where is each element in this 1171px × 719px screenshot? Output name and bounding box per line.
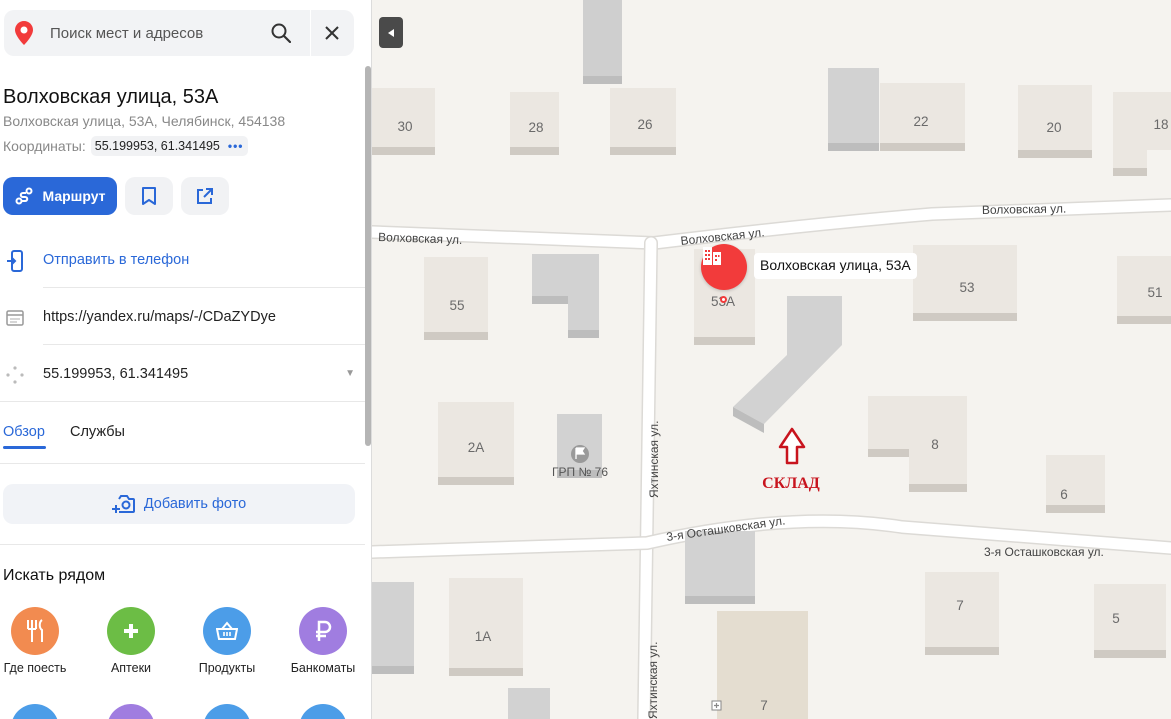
house-number-8: 8	[931, 437, 939, 452]
marker-point	[720, 296, 727, 303]
link-text: https://yandex.ru/maps/-/CDaZYDye	[43, 309, 276, 325]
coordinates-icon	[4, 364, 26, 386]
nearby-more-2[interactable]	[107, 704, 155, 719]
warehouse-arrow-icon	[778, 427, 806, 465]
entrance-icon	[711, 700, 722, 711]
house-number-7-bottom: 7	[760, 698, 768, 713]
street-label-ostashkovskaya-right: 3-я Осташковская ул.	[984, 545, 1104, 559]
street-label-volkhovskaya-right: Волховская ул.	[982, 202, 1067, 217]
house-number-28: 28	[528, 120, 543, 135]
tab-overview[interactable]: Обзор	[3, 424, 45, 440]
coordinates-value: 55.199953, 61.341495	[94, 139, 220, 153]
house-number-1a: 1А	[475, 629, 492, 644]
house-number-55: 55	[449, 298, 464, 313]
coordinates-row-text: 55.199953, 61.341495	[43, 366, 189, 382]
nearby-pharmacy[interactable]: Аптеки	[91, 607, 171, 675]
nearby-pharmacy-label: Аптеки	[110, 661, 152, 675]
place-marker[interactable]	[701, 244, 747, 290]
send-to-phone-row[interactable]: Отправить в телефон	[0, 232, 365, 288]
nearby-atm[interactable]: Банкоматы	[283, 607, 363, 675]
route-button-label: Маршрут	[42, 188, 106, 204]
sidebar-panel: Волховская улица, 53А Волховская улица, …	[0, 0, 372, 719]
street-label-volkhovskaya-left: Волховская ул.	[378, 230, 463, 247]
search-icon[interactable]	[269, 21, 293, 45]
chevron-down-icon[interactable]: ▼	[345, 368, 355, 379]
marker-label[interactable]: Волховская улица, 53А	[754, 253, 917, 279]
coordinates-row: Координаты: 55.199953, 61.341495 •••	[3, 136, 248, 156]
nearby-more-1[interactable]	[11, 704, 59, 719]
plus-icon	[107, 607, 155, 655]
street-label-yakhtinskaya: Яхтинская ул.	[647, 421, 661, 498]
nearby-groceries-label: Продукты	[198, 661, 256, 675]
browser-icon	[4, 307, 26, 329]
place-address: Волховская улица, 53А, Челябинск, 454138	[3, 113, 286, 129]
bookmark-icon	[142, 187, 156, 205]
house-number-18: 18	[1153, 117, 1168, 132]
search-input[interactable]	[50, 24, 266, 42]
bookmark-button[interactable]	[125, 177, 173, 215]
route-button[interactable]: Маршрут	[3, 177, 117, 215]
tab-services[interactable]: Службы	[70, 424, 125, 440]
nearby-food-label: Где поесть	[3, 661, 67, 675]
more-icon[interactable]: •••	[228, 139, 244, 153]
street-label-yakhtinskaya-bottom: Яхтинская ул.	[646, 642, 660, 719]
search-divider	[310, 10, 311, 56]
warehouse-annotation: СКЛАД	[762, 475, 820, 492]
house-number-6: 6	[1060, 487, 1068, 502]
map-canvas: 30 28 26 22 20 18 55 53А 53 51 2А 8 6 1А…	[372, 0, 1171, 719]
link-row[interactable]: https://yandex.ru/maps/-/CDaZYDye	[0, 289, 365, 345]
share-button[interactable]	[181, 177, 229, 215]
add-photo-label: Добавить фото	[143, 496, 247, 512]
map-view[interactable]: 30 28 26 22 20 18 55 53А 53 51 2А 8 6 1А…	[372, 0, 1171, 719]
scrollbar[interactable]	[365, 66, 371, 446]
coordinates-list-row[interactable]: 55.199953, 61.341495 ▼	[0, 346, 365, 402]
search-box[interactable]	[4, 10, 354, 56]
nearby-food[interactable]: Где поесть	[0, 607, 75, 675]
send-to-phone-label: Отправить в телефон	[43, 252, 190, 268]
building-icon	[703, 247, 721, 265]
close-icon[interactable]	[320, 21, 344, 45]
nearby-atm-label: Банкоматы	[290, 661, 356, 675]
house-number-5: 5	[1112, 611, 1120, 626]
phone-icon	[4, 250, 26, 272]
ruble-icon	[299, 607, 347, 655]
fork-knife-icon	[11, 607, 59, 655]
route-icon	[15, 187, 33, 205]
map-pin-icon	[4, 21, 44, 45]
tab-active-indicator	[3, 446, 46, 449]
add-photo-button[interactable]: Добавить фото	[3, 484, 355, 524]
house-number-22: 22	[913, 114, 928, 129]
house-number-30: 30	[397, 119, 412, 134]
place-title: Волховская улица, 53А	[3, 86, 219, 108]
coordinates-label: Координаты:	[3, 138, 86, 154]
divider	[0, 544, 365, 545]
poi-grp-label: ГРП № 76	[552, 465, 608, 479]
coordinates-chip[interactable]: 55.199953, 61.341495 •••	[90, 136, 248, 156]
share-icon	[197, 188, 213, 204]
tabs-bar: Обзор Службы	[0, 420, 365, 464]
collapse-sidebar-button[interactable]	[379, 17, 403, 48]
nearby-more-4[interactable]	[299, 704, 347, 719]
house-number-2a: 2А	[468, 440, 485, 455]
nearby-title: Искать рядом	[3, 567, 106, 584]
nearby-groceries[interactable]: Продукты	[187, 607, 267, 675]
chevron-left-icon	[388, 28, 394, 37]
house-number-53: 53	[959, 280, 974, 295]
camera-plus-icon	[111, 495, 135, 513]
basket-icon	[203, 607, 251, 655]
buildings	[372, 0, 1171, 719]
house-number-20: 20	[1046, 120, 1061, 135]
house-number-7-right: 7	[956, 598, 964, 613]
house-number-51: 51	[1147, 285, 1162, 300]
house-number-26: 26	[637, 117, 652, 132]
nearby-more-3[interactable]	[203, 704, 251, 719]
